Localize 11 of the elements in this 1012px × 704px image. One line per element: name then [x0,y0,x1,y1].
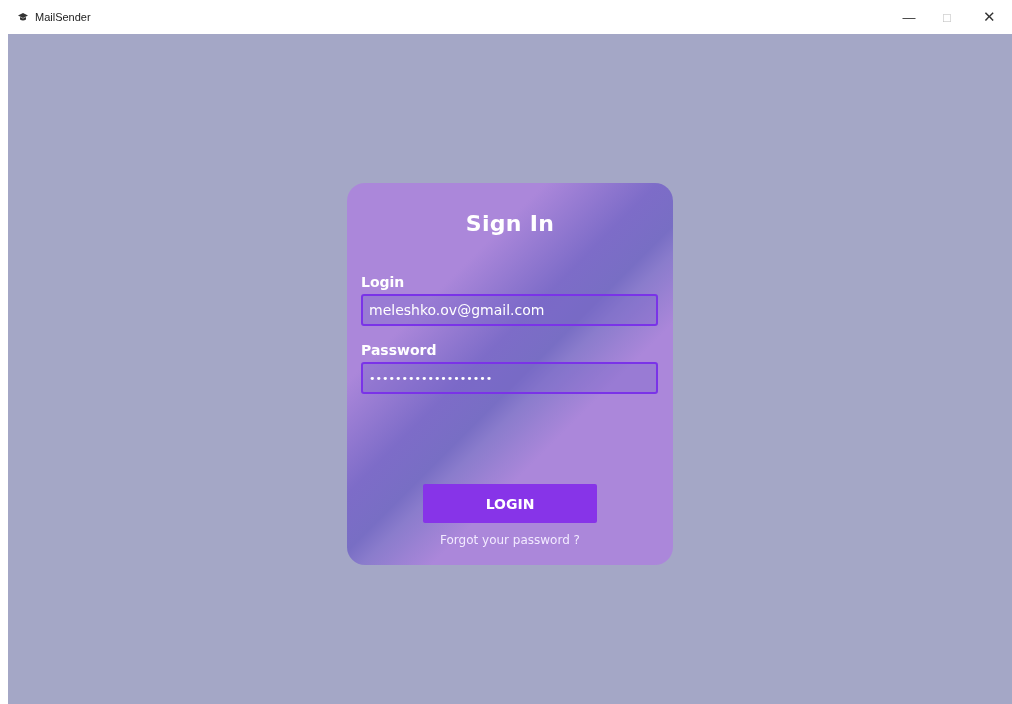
password-field[interactable]: ••••••••••••••••••• [361,362,658,394]
form-title: Sign In [465,211,555,236]
field-label: Password [361,342,438,358]
field-label: Login [361,274,406,290]
app-icon [18,13,28,21]
login-field[interactable]: meleshko.ov@gmail.com [361,294,658,326]
forgot-password-link[interactable]: Forgot your password ? [440,533,580,547]
close-button[interactable]: ✕ [966,0,1012,34]
login-button[interactable]: LOGIN [423,484,597,523]
window-title: MailSender [35,11,91,23]
minimize-button[interactable]: — [890,0,928,34]
